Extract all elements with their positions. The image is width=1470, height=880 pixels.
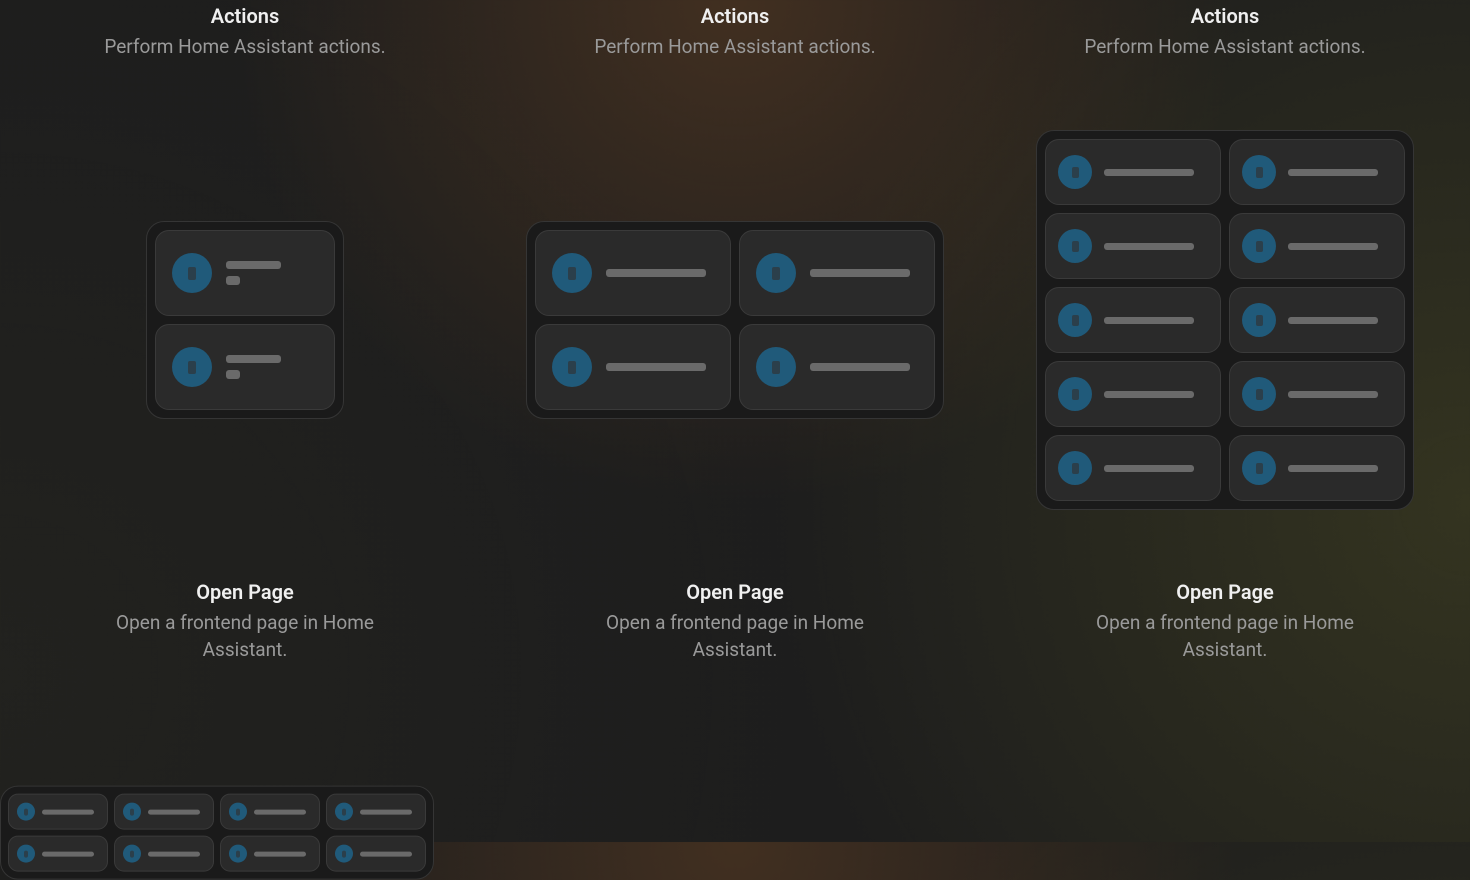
action-icon	[335, 803, 353, 821]
list-item	[739, 230, 935, 316]
list-item	[1045, 435, 1221, 501]
action-icon	[17, 845, 35, 863]
list-item	[114, 794, 214, 830]
widget-preview-container	[1000, 61, 1450, 580]
widget-subtitle: Perform Home Assistant actions.	[1084, 34, 1365, 61]
action-icon	[1058, 377, 1092, 411]
action-icon	[1058, 155, 1092, 189]
widget-preview-container	[510, 61, 960, 580]
list-item	[8, 794, 108, 830]
action-icon	[1242, 155, 1276, 189]
action-icon	[1242, 229, 1276, 263]
action-icon	[123, 845, 141, 863]
widget-option-open-page-large[interactable]: Open Page Open a frontend page in Home A…	[980, 580, 1470, 663]
action-icon	[756, 253, 796, 293]
widget-subtitle: Open a frontend page in Home Assistant.	[1075, 610, 1375, 663]
list-item	[1229, 435, 1405, 501]
widget-title: Open Page	[686, 580, 784, 604]
widget-preview-partial	[0, 786, 434, 880]
list-item	[8, 836, 108, 872]
list-item	[1229, 139, 1405, 205]
action-icon	[123, 803, 141, 821]
list-item	[739, 324, 935, 410]
action-icon	[172, 347, 212, 387]
list-item	[1045, 213, 1221, 279]
action-icon	[172, 253, 212, 293]
widget-preview-2x5	[1036, 130, 1414, 510]
action-icon	[1242, 377, 1276, 411]
action-icon	[1058, 303, 1092, 337]
list-item	[114, 836, 214, 872]
widget-preview-1x2	[146, 221, 344, 419]
widget-option-actions-small[interactable]: Actions Perform Home Assistant actions.	[0, 0, 490, 580]
widget-option-actions-large[interactable]: Actions Perform Home Assistant actions.	[980, 0, 1470, 580]
action-icon	[335, 845, 353, 863]
widget-option-open-page-medium[interactable]: Open Page Open a frontend page in Home A…	[490, 580, 980, 663]
widget-title: Open Page	[1176, 580, 1274, 604]
action-icon	[229, 845, 247, 863]
action-icon	[1058, 451, 1092, 485]
widget-subtitle: Perform Home Assistant actions.	[594, 34, 875, 61]
widget-preview-container	[20, 61, 470, 580]
list-item	[1229, 287, 1405, 353]
widget-title: Actions	[701, 4, 769, 28]
list-item	[1045, 139, 1221, 205]
action-icon	[17, 803, 35, 821]
action-icon	[1058, 229, 1092, 263]
list-item	[155, 324, 335, 410]
action-icon	[552, 253, 592, 293]
list-item	[535, 230, 731, 316]
action-icon	[756, 347, 796, 387]
list-item	[326, 836, 426, 872]
widget-subtitle: Open a frontend page in Home Assistant.	[95, 610, 395, 663]
widget-option-actions-medium[interactable]: Actions Perform Home Assistant actions.	[490, 0, 980, 580]
list-item	[326, 794, 426, 830]
widget-title: Open Page	[196, 580, 294, 604]
list-item	[220, 836, 320, 872]
widget-subtitle: Open a frontend page in Home Assistant.	[585, 610, 885, 663]
list-item	[1045, 287, 1221, 353]
list-item	[1229, 213, 1405, 279]
list-item	[220, 794, 320, 830]
widget-option-open-page-small[interactable]: Open Page Open a frontend page in Home A…	[0, 580, 490, 663]
list-item	[535, 324, 731, 410]
widget-title: Actions	[211, 4, 279, 28]
action-icon	[1242, 303, 1276, 337]
widget-subtitle: Perform Home Assistant actions.	[104, 34, 385, 61]
list-item	[1229, 361, 1405, 427]
action-icon	[552, 347, 592, 387]
action-icon	[1242, 451, 1276, 485]
action-icon	[229, 803, 247, 821]
list-item	[1045, 361, 1221, 427]
widget-title: Actions	[1191, 4, 1259, 28]
widget-preview-2x2	[526, 221, 944, 419]
list-item	[155, 230, 335, 316]
